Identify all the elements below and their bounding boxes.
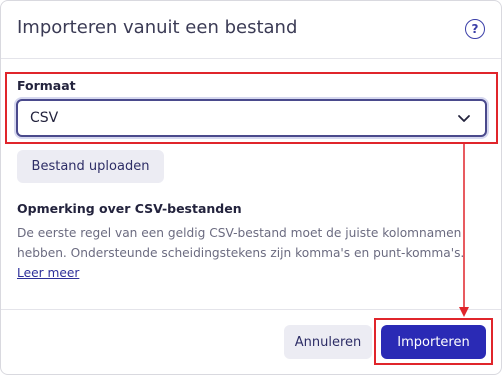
footer-divider: [1, 309, 501, 310]
format-select[interactable]: CSV: [16, 99, 487, 137]
dialog-title: Importeren vanuit een bestand: [17, 17, 298, 38]
format-label: Formaat: [17, 78, 76, 93]
upload-file-button[interactable]: Bestand uploaden: [17, 150, 164, 183]
learn-more-link[interactable]: Leer meer: [17, 266, 79, 280]
format-select-value: CSV: [30, 110, 59, 126]
import-button[interactable]: Importeren: [381, 325, 486, 359]
chevron-down-icon: [458, 115, 470, 122]
dialog-header: Importeren vanuit een bestand ?: [1, 1, 501, 59]
csv-note-text: De eerste regel van een geldig CSV-besta…: [17, 223, 487, 283]
cancel-button[interactable]: Annuleren: [284, 325, 372, 359]
help-icon[interactable]: ?: [465, 19, 485, 39]
import-dialog: Importeren vanuit een bestand ? Formaat …: [0, 0, 502, 375]
csv-note-body: De eerste regel van een geldig CSV-besta…: [17, 226, 465, 260]
csv-note-title: Opmerking over CSV-bestanden: [17, 201, 242, 216]
